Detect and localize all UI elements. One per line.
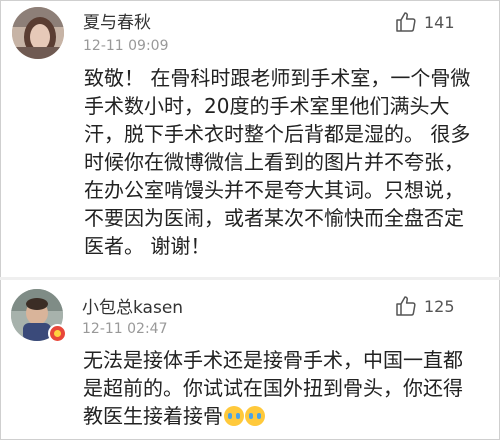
like-button[interactable]: 141 — [394, 10, 455, 34]
crying-emoji-icon — [224, 406, 244, 426]
comment-line-last: 教医生接着接骨 — [83, 402, 493, 430]
comment-item: 夏与春秋 12-11 09:09 141 致敬！ 在骨科时跟老师到手术室，一个骨… — [0, 0, 500, 277]
comment-line: 不要因为医闹，或者某次不愉快而全盘否定 — [84, 206, 464, 230]
comment-line-text: 教医生接着接骨 — [83, 404, 223, 428]
comment-text: 致敬！ 在骨科时跟老师到手术室，一个骨微 手术数小时，20度的手术室里他们满头大… — [84, 64, 494, 260]
username[interactable]: 夏与春秋 — [83, 8, 151, 33]
comment-item: 小包总kasen 12-11 02:47 125 无法是接体手术还是接骨手术，中… — [0, 280, 500, 440]
comment-line: 在办公室啃馒头并不是夸大其词。只想说， — [84, 178, 464, 202]
comment-line: 时候你在微博微信上看到的图片并不夸张， — [84, 150, 464, 174]
comment-line: 医者。 谢谢！ — [84, 234, 211, 258]
comment-line: 手术数小时，20度的手术室里他们满头大 — [84, 94, 450, 118]
comment-text: 无法是接体手术还是接骨手术，中国一直都 是超前的。你试试在国外扭到骨头，你还得 … — [83, 346, 493, 430]
username[interactable]: 小包总kasen — [82, 293, 183, 318]
user-avatar[interactable] — [12, 7, 64, 59]
comment-line: 无法是接体手术还是接骨手术，中国一直都 — [83, 348, 463, 372]
comment-line: 是超前的。你试试在国外扭到骨头，你还得 — [83, 376, 463, 400]
thumbs-up-icon — [396, 296, 416, 316]
like-count: 125 — [424, 296, 455, 316]
crying-emoji-icon — [245, 406, 265, 426]
comment-time: 12-11 09:09 — [83, 38, 169, 54]
thumbs-up-icon — [396, 12, 416, 32]
comment-line: 汗，脱下手术衣时整个后背都是湿的。 很多 — [84, 122, 471, 146]
like-button[interactable]: 125 — [394, 294, 455, 318]
verified-badge-icon — [48, 324, 67, 343]
comment-line: 致敬！ 在骨科时跟老师到手术室，一个骨微 — [84, 66, 471, 90]
like-count: 141 — [424, 12, 455, 32]
comment-time: 12-11 02:47 — [82, 321, 168, 337]
